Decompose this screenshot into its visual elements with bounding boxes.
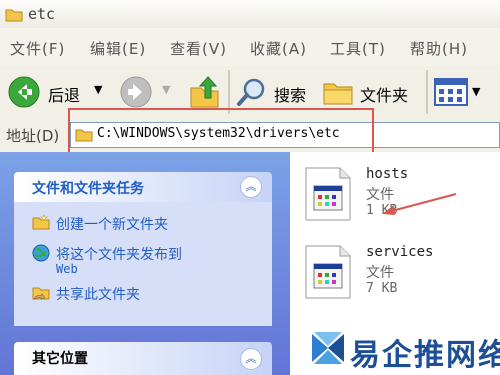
task-pane: 文件和文件夹任务 ︽ 创建一个新文件夹 将这个文件夹发布到 Web 共享此文件夹 bbox=[0, 152, 290, 375]
up-folder-icon[interactable] bbox=[188, 74, 222, 110]
window-title: etc bbox=[28, 5, 56, 23]
title-bar: etc bbox=[0, 0, 500, 29]
other-places-title: 其它位置 bbox=[32, 351, 88, 367]
task-new-folder[interactable]: 创建一个新文件夹 bbox=[32, 214, 262, 234]
menu-bar: 文件(F) 编辑(E) 查看(V) 收藏(A) 工具(T) 帮助(H) bbox=[0, 28, 500, 67]
forward-dropdown-icon[interactable]: ▼ bbox=[162, 83, 170, 96]
back-label: 后退 bbox=[48, 86, 81, 105]
other-places-header[interactable]: 其它位置 ︽ bbox=[14, 342, 272, 375]
folder-icon bbox=[5, 9, 23, 22]
watermark-text: 易企推网络 bbox=[350, 338, 500, 373]
file-type: 文件 bbox=[366, 265, 394, 281]
logo-icon bbox=[312, 332, 344, 364]
globe-icon bbox=[32, 244, 50, 262]
menu-favorites[interactable]: 收藏(A) bbox=[250, 38, 307, 59]
task-publish-web-label-2: Web bbox=[56, 262, 78, 276]
forward-arrow-icon bbox=[120, 76, 152, 108]
search-icon bbox=[237, 78, 265, 106]
toolbar-separator bbox=[426, 70, 428, 114]
file-name: services bbox=[366, 244, 434, 260]
task-new-folder-label: 创建一个新文件夹 bbox=[56, 217, 168, 233]
file-size: 7 KB bbox=[366, 281, 398, 296]
address-label: 地址(D) bbox=[6, 127, 60, 145]
menu-file[interactable]: 文件(F) bbox=[10, 38, 65, 59]
search-button[interactable]: 搜索 bbox=[236, 76, 316, 108]
search-label: 搜索 bbox=[274, 86, 307, 105]
views-button[interactable]: ▼ bbox=[434, 76, 494, 108]
share-folder-icon bbox=[32, 287, 50, 300]
views-icon bbox=[434, 78, 468, 106]
tasks-body: 创建一个新文件夹 将这个文件夹发布到 Web 共享此文件夹 bbox=[14, 202, 272, 326]
back-button[interactable]: 后退 ▼ bbox=[8, 76, 108, 108]
tasks-title: 文件和文件夹任务 bbox=[32, 181, 144, 197]
task-publish-web-label: 将这个文件夹发布到 bbox=[56, 247, 182, 263]
folders-button[interactable]: 文件夹 bbox=[322, 76, 422, 108]
new-folder-icon bbox=[32, 214, 50, 230]
views-dropdown-icon[interactable]: ▼ bbox=[472, 85, 480, 98]
menu-view[interactable]: 查看(V) bbox=[170, 38, 227, 59]
system-file-icon bbox=[305, 245, 351, 299]
collapse-icon[interactable]: ︽ bbox=[240, 348, 262, 370]
menu-edit[interactable]: 编辑(E) bbox=[90, 38, 146, 59]
collapse-icon[interactable]: ︽ bbox=[240, 176, 262, 198]
back-arrow-icon bbox=[8, 76, 40, 108]
task-share-folder-label: 共享此文件夹 bbox=[56, 287, 140, 303]
folders-icon bbox=[323, 83, 353, 105]
task-share-folder[interactable]: 共享此文件夹 bbox=[32, 284, 262, 304]
folders-label: 文件夹 bbox=[360, 86, 409, 105]
task-publish-web[interactable]: 将这个文件夹发布到 Web bbox=[32, 244, 262, 282]
annotation-arrow-icon bbox=[382, 193, 457, 215]
menu-help[interactable]: 帮助(H) bbox=[410, 38, 468, 59]
system-file-icon bbox=[305, 167, 351, 221]
tasks-header[interactable]: 文件和文件夹任务 ︽ bbox=[14, 172, 272, 202]
back-dropdown-icon[interactable]: ▼ bbox=[94, 83, 102, 96]
forward-button[interactable]: ▼ bbox=[120, 76, 180, 108]
highlight-box bbox=[68, 108, 374, 158]
menu-tools[interactable]: 工具(T) bbox=[330, 38, 386, 59]
file-item-services[interactable]: services 文件 7 KB bbox=[300, 244, 490, 300]
